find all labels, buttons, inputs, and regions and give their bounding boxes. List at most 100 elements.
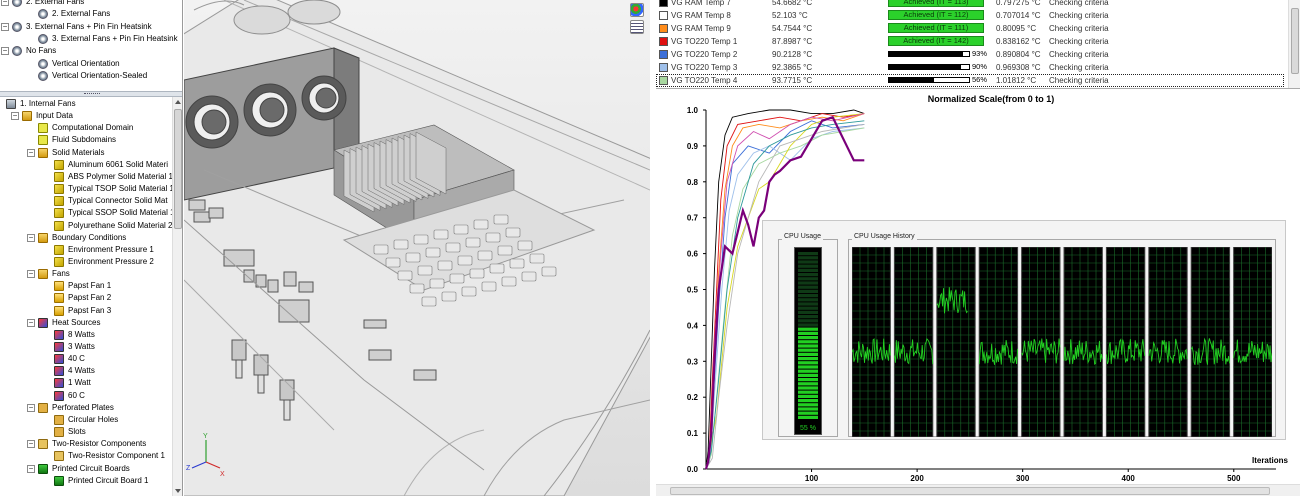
series-color-swatch[interactable] bbox=[659, 0, 668, 7]
meter-segment bbox=[798, 340, 818, 344]
tree-item-label: Typical SSOP Solid Material 1 bbox=[68, 208, 172, 218]
series-color-swatch[interactable] bbox=[659, 50, 668, 59]
y-tick-label: 0.1 bbox=[687, 429, 699, 438]
goal-value: 52.103 °C bbox=[772, 11, 808, 20]
tree-item[interactable]: Environment Pressure 1 bbox=[0, 244, 172, 256]
tree-item[interactable]: − 3. External Fans + Pin Fin Heatsink bbox=[0, 21, 180, 33]
tree-item[interactable]: − 2. External Fans bbox=[0, 0, 180, 8]
goal-row[interactable]: VG RAM Temp 8 52.103 °C Achieved (IT = 112… bbox=[656, 9, 1284, 22]
y-tick-label: 0.2 bbox=[687, 393, 699, 402]
tree-item[interactable]: − Two-Resistor Components bbox=[0, 438, 172, 450]
tree-expander-icon[interactable]: − bbox=[1, 0, 9, 6]
tree-item[interactable]: Typical SSOP Solid Material 1 bbox=[0, 207, 172, 219]
tree-item[interactable]: − Heat Sources bbox=[0, 317, 172, 329]
tree-item[interactable]: − Boundary Conditions bbox=[0, 232, 172, 244]
tree-item[interactable]: Aluminum 6061 Solid Materi bbox=[0, 159, 172, 171]
series-color-swatch[interactable] bbox=[659, 37, 668, 46]
tree-item[interactable]: 40 C bbox=[0, 353, 172, 365]
tree-item[interactable]: ABS Polymer Solid Material 1 bbox=[0, 171, 172, 183]
tree-expander-icon[interactable]: − bbox=[27, 148, 35, 157]
tree-item[interactable]: Circular Holes bbox=[0, 414, 172, 426]
goal-criteria: Checking criteria bbox=[1049, 37, 1109, 46]
tree-item[interactable]: − Solid Materials bbox=[0, 147, 172, 159]
goal-row[interactable]: VG TO220 Temp 3 92.3865 °C 90% 0.969308 °C C… bbox=[656, 61, 1284, 74]
tree-expander-icon[interactable]: − bbox=[27, 233, 35, 242]
tree-item[interactable]: Vertical Orientation bbox=[0, 58, 180, 70]
appearance-icon[interactable] bbox=[630, 3, 644, 17]
tree-item[interactable]: Papst Fan 3 bbox=[0, 305, 172, 317]
scroll-up-arrow-icon[interactable] bbox=[175, 100, 181, 104]
meter-segment bbox=[798, 294, 818, 298]
goal-row[interactable]: VG RAM Temp 9 54.7544 °C Achieved (IT = 11… bbox=[656, 22, 1284, 35]
tree-item[interactable]: Papst Fan 2 bbox=[0, 292, 172, 304]
series-color-swatch[interactable] bbox=[659, 76, 668, 85]
core-graph bbox=[936, 247, 976, 437]
tree-item[interactable]: Typical TSOP Solid Material 1 bbox=[0, 183, 172, 195]
tree-item[interactable]: Computational Domain bbox=[0, 122, 172, 134]
tree-item[interactable]: 8 Watts bbox=[0, 329, 172, 341]
y-tick-label: 0.8 bbox=[687, 178, 699, 187]
achieved-badge: Achieved (IT = 112) bbox=[888, 10, 984, 20]
tree-item-label: Circular Holes bbox=[68, 414, 119, 424]
tree-item[interactable]: − No Fans bbox=[0, 45, 180, 57]
tree-expander-icon[interactable]: − bbox=[1, 47, 9, 56]
tree-item[interactable]: − Printed Circuit Boards bbox=[0, 463, 172, 475]
tree-item[interactable]: Environment Pressure 2 bbox=[0, 256, 172, 268]
goals-scrollbar[interactable] bbox=[1288, 0, 1300, 88]
meter-segment bbox=[798, 323, 818, 327]
scrollbar-thumb[interactable] bbox=[1291, 8, 1299, 74]
plate-folder-icon bbox=[38, 402, 48, 413]
goal-criteria: Checking criteria bbox=[1049, 50, 1109, 59]
goal-row[interactable]: VG TO220 Temp 2 90.2128 °C 93% 0.890804 °C C… bbox=[656, 48, 1284, 61]
tree-item[interactable]: Two-Resistor Component 1 bbox=[0, 450, 172, 462]
tree-item[interactable]: 2. External Fans bbox=[0, 8, 180, 20]
tree-expander-icon[interactable]: − bbox=[27, 464, 35, 473]
series-color-swatch[interactable] bbox=[659, 63, 668, 72]
tree-expander-icon[interactable]: − bbox=[27, 403, 35, 412]
scroll-down-arrow-icon[interactable] bbox=[175, 489, 181, 493]
tree-item[interactable]: 60 C bbox=[0, 390, 172, 402]
tree-item[interactable]: − Perforated Plates bbox=[0, 402, 172, 414]
goal-delta: 0.707014 °C bbox=[996, 11, 1041, 20]
tree-item[interactable]: − Fans bbox=[0, 268, 172, 280]
tree-item[interactable]: Typical Connector Solid Mat bbox=[0, 195, 172, 207]
tree-expander-icon[interactable]: − bbox=[27, 318, 35, 327]
tree-item[interactable]: 1 Watt bbox=[0, 377, 172, 389]
goal-row[interactable]: VG TO220 Temp 1 87.8987 °C Achieved (IT = … bbox=[656, 35, 1284, 48]
goal-name: VG TO220 Temp 2 bbox=[671, 50, 738, 59]
meter-segment bbox=[798, 331, 818, 335]
goal-row[interactable]: VG TO220 Temp 4 93.7715 °C 56% 1.01812 °C Ch… bbox=[656, 74, 1284, 87]
svg-text:Y: Y bbox=[203, 433, 208, 440]
series-color-swatch[interactable] bbox=[659, 11, 668, 20]
tree-item[interactable]: Printed Circuit Board 1 bbox=[0, 475, 172, 487]
tree-item[interactable]: Fluid Subdomains bbox=[0, 134, 172, 146]
tree-scrollbar[interactable] bbox=[172, 97, 182, 496]
model-viewport[interactable]: Y Z X bbox=[184, 0, 650, 496]
scrollbar-thumb[interactable] bbox=[670, 487, 1270, 495]
tree-expander-icon[interactable]: − bbox=[27, 270, 35, 279]
goal-row[interactable]: VG RAM Temp 7 54.6682 °C Achieved (IT = 11… bbox=[656, 0, 1284, 9]
tree-item[interactable]: Papst Fan 1 bbox=[0, 280, 172, 292]
tree-expander-icon[interactable]: − bbox=[11, 112, 19, 121]
tree-item-label: Slots bbox=[68, 427, 86, 437]
tree-item[interactable]: Slots bbox=[0, 426, 172, 438]
tree-expander-icon[interactable]: − bbox=[27, 440, 35, 449]
configuration-icon bbox=[38, 58, 48, 69]
meter-segment bbox=[798, 352, 818, 356]
tree-item[interactable]: 4 Watts bbox=[0, 365, 172, 377]
plot-scrollbar[interactable] bbox=[656, 484, 1300, 496]
tree-expander-icon[interactable]: − bbox=[1, 22, 9, 31]
tree-item[interactable]: 1. Internal Fans bbox=[0, 98, 172, 110]
display-pane-icon[interactable] bbox=[630, 20, 644, 34]
goal-progress: Achieved (IT = 111) bbox=[888, 23, 984, 33]
scrollbar-thumb[interactable] bbox=[174, 109, 182, 229]
tree-item[interactable]: Polyurethane Solid Material 2 bbox=[0, 220, 172, 232]
series-color-swatch[interactable] bbox=[659, 24, 668, 33]
tree-item[interactable]: 3. External Fans + Pin Fin Heatsink bbox=[0, 33, 180, 45]
goal-name: VG RAM Temp 9 bbox=[671, 24, 731, 33]
core-graph bbox=[1233, 247, 1272, 437]
tree-item[interactable]: Vertical Orientation-Sealed bbox=[0, 70, 180, 82]
tree-item[interactable]: − Input Data bbox=[0, 110, 172, 122]
meter-segment bbox=[798, 344, 818, 348]
tree-item[interactable]: 3 Watts bbox=[0, 341, 172, 353]
